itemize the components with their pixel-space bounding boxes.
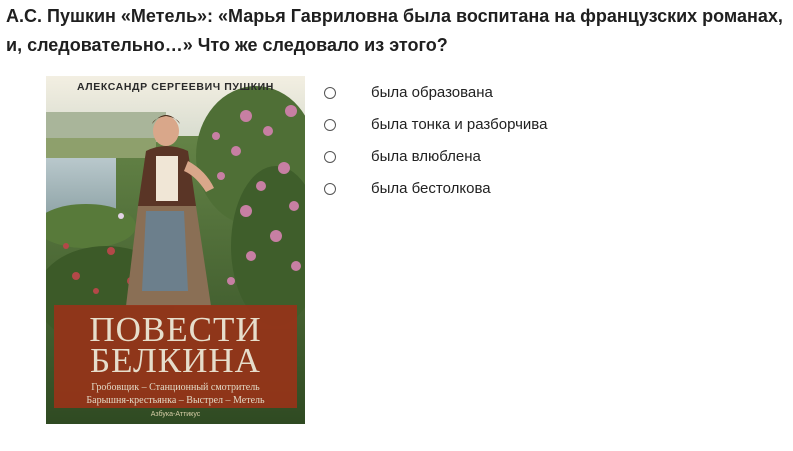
answer-option[interactable]: была влюблена	[322, 146, 547, 178]
cover-author: АЛЕКСАНДР СЕРГЕЕВИЧ ПУШКИН	[77, 81, 274, 93]
answer-option[interactable]: была образована	[322, 82, 547, 114]
answer-label[interactable]: была бестолкова	[371, 178, 491, 200]
answer-option[interactable]: была бестолкова	[322, 178, 547, 210]
answer-label[interactable]: была образована	[371, 82, 493, 104]
radio-button[interactable]	[324, 119, 336, 131]
cover-subtitle-line1: Гробовщик – Станционный смотритель	[91, 382, 260, 393]
radio-button[interactable]	[324, 87, 336, 99]
answer-options: была образована была тонка и разборчива …	[322, 82, 547, 210]
radio-button[interactable]	[324, 151, 336, 163]
cover-title-line2: БЕЛКИНА	[90, 341, 261, 380]
answer-option[interactable]: была тонка и разборчива	[322, 114, 547, 146]
cover-publisher: Азбука-Аттикус	[150, 411, 201, 418]
cover-title-box: ПОВЕСТИ БЕЛКИНА Гробовщик – Станционный …	[54, 305, 297, 408]
cover-subtitle-line2: Барышня-крестьянка – Выстрел – Метель	[86, 395, 265, 406]
answer-label[interactable]: была тонка и разборчива	[371, 114, 547, 136]
book-cover-image: АЛЕКСАНДР СЕРГЕЕВИЧ ПУШКИН ПОВЕСТИ БЕЛКИ…	[46, 76, 305, 424]
radio-button[interactable]	[324, 183, 336, 195]
question-title: А.С. Пушкин «Метель»: «Марья Гавриловна …	[6, 6, 783, 55]
answer-label[interactable]: была влюблена	[371, 146, 481, 168]
